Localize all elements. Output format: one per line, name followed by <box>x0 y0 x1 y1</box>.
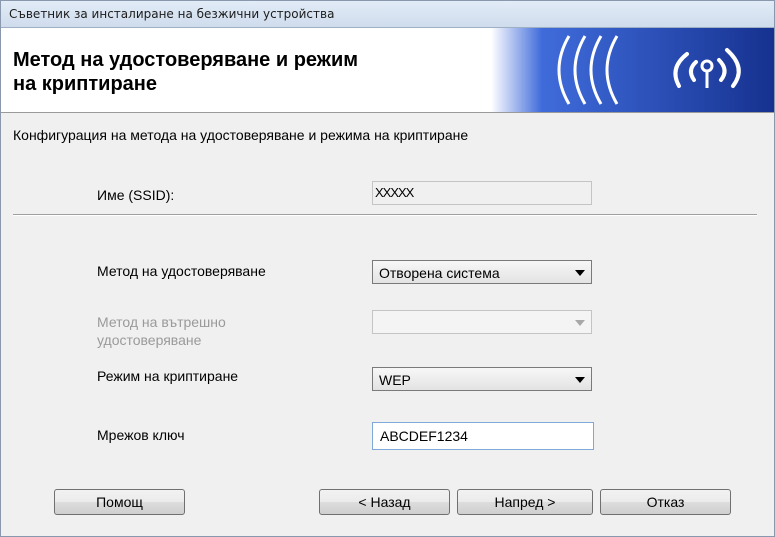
inner-auth-label-line1: Метод на вътрешно <box>97 314 226 330</box>
divider <box>13 214 757 216</box>
network-key-label: Мрежов ключ <box>97 427 185 443</box>
chevron-down-icon <box>575 270 585 276</box>
cancel-button[interactable]: Отказ <box>600 489 731 515</box>
help-button[interactable]: Помощ <box>54 489 185 515</box>
page-subtitle: Конфигурация на метода на удостоверяване… <box>13 127 469 143</box>
header-banner: Метод на удостоверяване и режим на крипт… <box>1 28 774 113</box>
wizard-window: Съветник за инсталиране на безжични устр… <box>0 0 775 537</box>
wireless-banner-icon <box>491 28 774 112</box>
auth-method-select[interactable]: Отворена система <box>372 260 592 284</box>
page-title-line2: на криптиране <box>13 73 157 95</box>
chevron-down-icon <box>575 320 585 326</box>
page-title: Метод на удостоверяване и режим на крипт… <box>13 48 493 96</box>
back-button[interactable]: < Назад <box>319 489 450 515</box>
inner-auth-label: Метод на вътрешно удостоверяване <box>97 313 226 349</box>
auth-method-value: Отворена система <box>379 265 500 281</box>
auth-method-label: Метод на удостоверяване <box>97 263 266 279</box>
ssid-field: XXXXX <box>372 181 592 205</box>
title-bar: Съветник за инсталиране на безжични устр… <box>1 1 774 28</box>
inner-auth-select <box>372 310 592 334</box>
ssid-label: Име (SSID): <box>97 187 175 203</box>
encryption-label: Режим на криптиране <box>97 368 239 384</box>
page-title-line1: Метод на удостоверяване и режим <box>13 49 359 71</box>
inner-auth-label-line2: удостоверяване <box>97 332 202 348</box>
network-key-input[interactable] <box>372 422 594 450</box>
chevron-down-icon <box>575 377 585 383</box>
window-title: Съветник за инсталиране на безжични устр… <box>9 7 335 21</box>
encryption-value: WEP <box>379 372 411 388</box>
encryption-select[interactable]: WEP <box>372 367 592 391</box>
next-button[interactable]: Напред > <box>457 489 593 515</box>
